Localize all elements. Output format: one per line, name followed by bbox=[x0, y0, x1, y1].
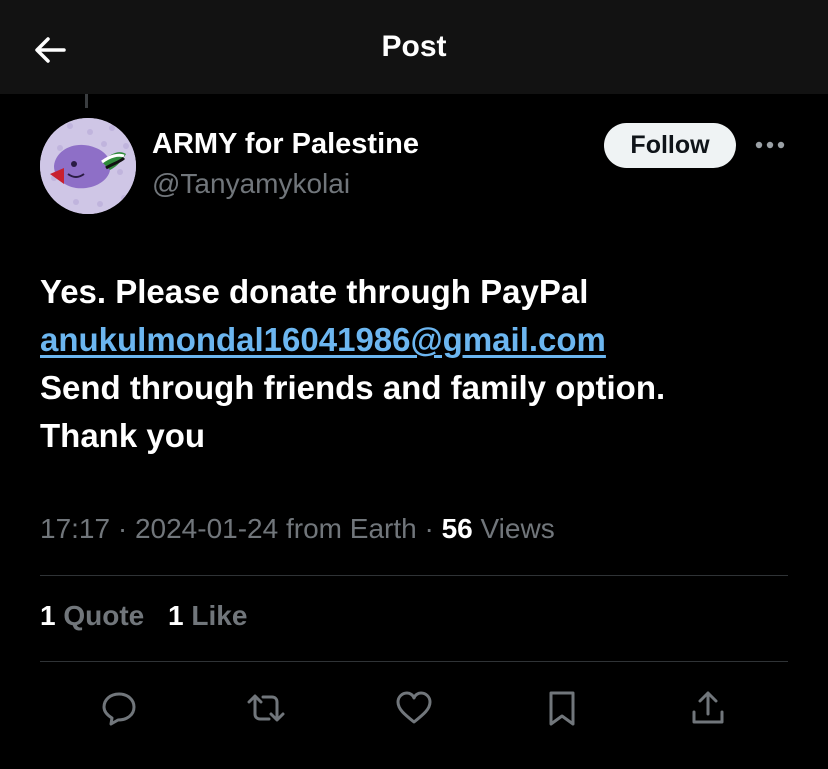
likes-stat[interactable]: 1 Like bbox=[168, 600, 247, 631]
top-bar: Post bbox=[0, 0, 828, 94]
post-text-line: Send through friends and family option. bbox=[40, 369, 666, 406]
bookmark-icon bbox=[549, 691, 575, 726]
quotes-stat[interactable]: 1 Quote bbox=[40, 600, 144, 631]
like-label: Like bbox=[191, 600, 248, 631]
page-title: Post bbox=[381, 30, 447, 63]
divider bbox=[40, 575, 788, 576]
author-display-name[interactable]: ARMY for Palestine bbox=[152, 128, 419, 161]
more-horizontal-icon bbox=[755, 141, 785, 149]
engagement-stats: 1 Quote 1 Like bbox=[40, 600, 263, 632]
like-icon bbox=[396, 691, 432, 724]
like-count: 1 bbox=[168, 600, 184, 631]
views-count: 56 bbox=[441, 513, 473, 544]
reply-icon bbox=[102, 692, 136, 726]
post-text-line: Thank you bbox=[40, 417, 206, 454]
repost-button[interactable] bbox=[244, 686, 288, 730]
meta-separator: · bbox=[117, 513, 128, 544]
reply-button[interactable] bbox=[97, 686, 141, 730]
post-location: from Earth bbox=[285, 513, 417, 544]
post-date[interactable]: 2024-01-24 bbox=[135, 513, 278, 544]
email-link[interactable]: anukulmondal16041986@gmail.com bbox=[40, 321, 606, 358]
quote-label: Quote bbox=[63, 600, 145, 631]
whale-avatar-image bbox=[40, 118, 136, 214]
post-body: Yes. Please donate through PayPal anukul… bbox=[40, 268, 800, 460]
bookmark-button[interactable] bbox=[540, 686, 584, 730]
repost-icon bbox=[247, 694, 285, 722]
meta-separator: · bbox=[424, 513, 434, 544]
like-button[interactable] bbox=[392, 686, 436, 730]
views-label: Views bbox=[480, 513, 555, 544]
post-metadata: 17:17 · 2024-01-24 from Earth · 56 Views bbox=[40, 513, 555, 545]
post-text-line: Yes. Please donate through PayPal bbox=[40, 273, 589, 310]
share-icon bbox=[692, 691, 724, 724]
divider bbox=[40, 661, 788, 662]
follow-button[interactable]: Follow bbox=[604, 123, 736, 168]
share-button[interactable] bbox=[686, 686, 730, 730]
more-options-button[interactable] bbox=[752, 130, 788, 160]
author-handle[interactable]: @Tanyamykolai bbox=[152, 168, 350, 200]
post-time[interactable]: 17:17 bbox=[40, 513, 110, 544]
thread-connector bbox=[85, 94, 88, 108]
avatar[interactable] bbox=[40, 118, 136, 214]
quote-count: 1 bbox=[40, 600, 56, 631]
